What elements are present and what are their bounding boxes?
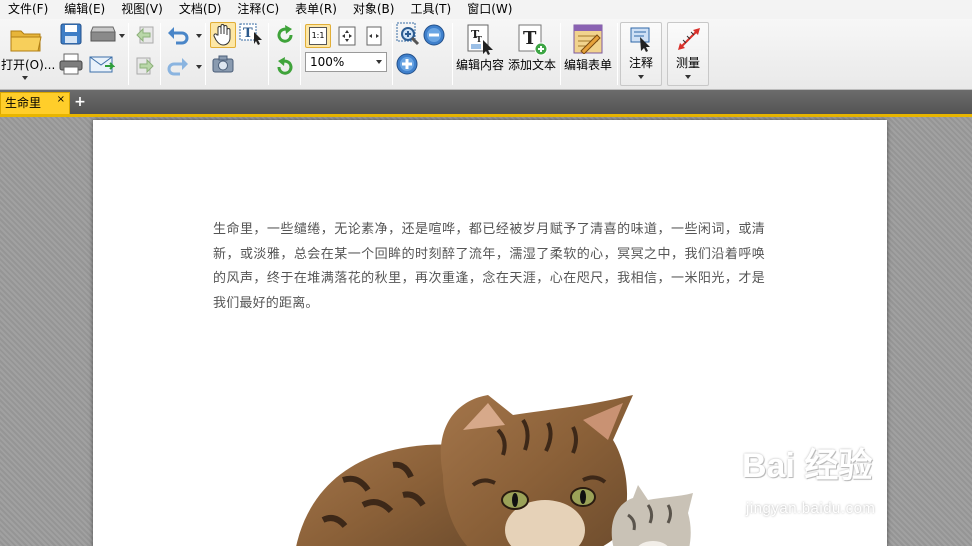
scanner-dropdown-arrow[interactable] <box>119 34 125 38</box>
menu-file[interactable]: 文件(F) <box>0 0 56 19</box>
menu-comment[interactable]: 注释(C) <box>229 0 287 19</box>
close-tab-icon[interactable]: × <box>57 90 65 110</box>
rotate-cw-icon <box>277 25 293 43</box>
zoom-in-icon <box>396 53 418 75</box>
scanner-icon <box>90 26 116 42</box>
add-text-button[interactable]: T 添加文本 <box>507 21 559 85</box>
save-icon <box>60 23 82 45</box>
menu-bar: 文件(F) 编辑(E) 视图(V) 文档(D) 注释(C) 表单(R) 对象(B… <box>0 0 972 19</box>
scanner-button[interactable] <box>88 23 118 45</box>
rotate-cw-button[interactable] <box>273 24 297 46</box>
zoom-in-button[interactable] <box>395 53 419 75</box>
hand-tool-icon <box>213 24 231 46</box>
fit-page-button[interactable] <box>335 25 359 47</box>
add-text-icon: T <box>518 24 548 56</box>
cat-photo <box>296 395 693 546</box>
next-page-icon <box>136 57 154 75</box>
open-label: 打开(O)... <box>1 58 56 72</box>
add-text-label: 添加文本 <box>508 58 557 72</box>
edit-content-button[interactable]: T T 编辑内容 <box>455 21 507 85</box>
measure-dropdown-arrow[interactable] <box>685 75 691 79</box>
add-tab-icon[interactable]: + <box>74 95 86 109</box>
document-tab[interactable]: 生命里 × <box>0 92 70 114</box>
watermark-logo: Bai 经验 <box>742 447 873 485</box>
zoom-out-button[interactable] <box>422 24 446 46</box>
open-button[interactable]: 打开(O)... <box>0 21 56 85</box>
document-paragraph: 生命里，一些缱绻，无论素净，还是喧哗，都已经被岁月赋予了清喜的味道，一些闲词，或… <box>213 222 765 311</box>
next-page-button[interactable] <box>133 55 157 77</box>
prev-page-button[interactable] <box>133 24 157 46</box>
document-tab-bar: 生命里 × + <box>0 90 972 114</box>
zoom-dropdown-arrow[interactable] <box>376 60 382 64</box>
annotate-label: 注释 <box>629 56 654 70</box>
snapshot-button[interactable] <box>211 53 235 75</box>
baidu-watermark: Bai 经验 jingyan.baidu.com <box>742 438 942 528</box>
edit-form-label: 编辑表单 <box>564 58 613 72</box>
menu-tools[interactable]: 工具(T) <box>402 0 459 19</box>
email-button[interactable] <box>88 53 116 75</box>
rotate-ccw-button[interactable] <box>273 56 297 78</box>
menu-document[interactable]: 文档(D) <box>171 0 230 19</box>
menu-window[interactable]: 窗口(W) <box>459 0 520 19</box>
hand-tool-button[interactable] <box>210 22 236 48</box>
menu-view[interactable]: 视图(V) <box>113 0 171 19</box>
zoom-in-tool-button[interactable] <box>395 22 423 46</box>
zoom-select[interactable]: 100% <box>305 52 387 72</box>
svg-text:T: T <box>476 34 482 44</box>
redo-button[interactable] <box>166 55 190 77</box>
snapshot-icon <box>212 55 234 73</box>
actual-size-icon: 1:1 <box>309 27 327 45</box>
save-button[interactable] <box>59 23 83 45</box>
annotate-icon <box>630 27 650 52</box>
actual-size-button[interactable]: 1:1 <box>305 24 331 48</box>
svg-text:T: T <box>243 26 253 41</box>
prev-page-icon <box>136 26 154 44</box>
measure-icon <box>678 28 700 50</box>
undo-button[interactable] <box>166 24 190 46</box>
annotate-button[interactable]: 注释 <box>620 22 662 86</box>
open-dropdown-arrow[interactable] <box>22 76 28 80</box>
rotate-ccw-icon <box>277 57 293 75</box>
undo-dropdown-arrow[interactable] <box>196 34 202 38</box>
menu-object[interactable]: 对象(B) <box>345 0 403 19</box>
watermark-url: jingyan.baidu.com <box>746 500 876 517</box>
edit-form-button[interactable]: 编辑表单 <box>563 21 615 85</box>
redo-dropdown-arrow[interactable] <box>196 65 202 69</box>
edit-content-label: 编辑内容 <box>456 58 505 72</box>
zoom-out-icon <box>423 24 445 46</box>
select-text-button[interactable]: T <box>238 23 266 45</box>
fit-width-icon <box>366 26 382 46</box>
open-folder-icon <box>10 30 42 52</box>
svg-text:T: T <box>523 28 537 49</box>
email-icon <box>89 56 115 73</box>
undo-icon <box>168 27 189 45</box>
measure-button[interactable]: 测量 <box>667 22 709 86</box>
annotate-dropdown-arrow[interactable] <box>638 75 644 79</box>
zoom-value: 100% <box>310 55 345 69</box>
menu-edit[interactable]: 编辑(E) <box>56 0 113 19</box>
edit-form-icon <box>573 24 603 54</box>
edit-content-icon: T T <box>467 24 493 55</box>
print-icon <box>59 53 83 75</box>
document-tab-label: 生命里 <box>5 96 42 110</box>
redo-icon <box>167 58 188 76</box>
fit-width-button[interactable] <box>362 25 386 47</box>
toolbar: 打开(O)... T 1:1 100% T T 编辑内容 T 添加文本 编辑表单… <box>0 19 972 90</box>
measure-label: 测量 <box>676 56 701 70</box>
menu-form[interactable]: 表单(R) <box>287 0 345 19</box>
zoom-in-tool-icon <box>396 22 420 46</box>
select-text-icon: T <box>239 23 262 45</box>
print-button[interactable] <box>59 53 83 75</box>
fit-page-icon <box>338 26 356 46</box>
